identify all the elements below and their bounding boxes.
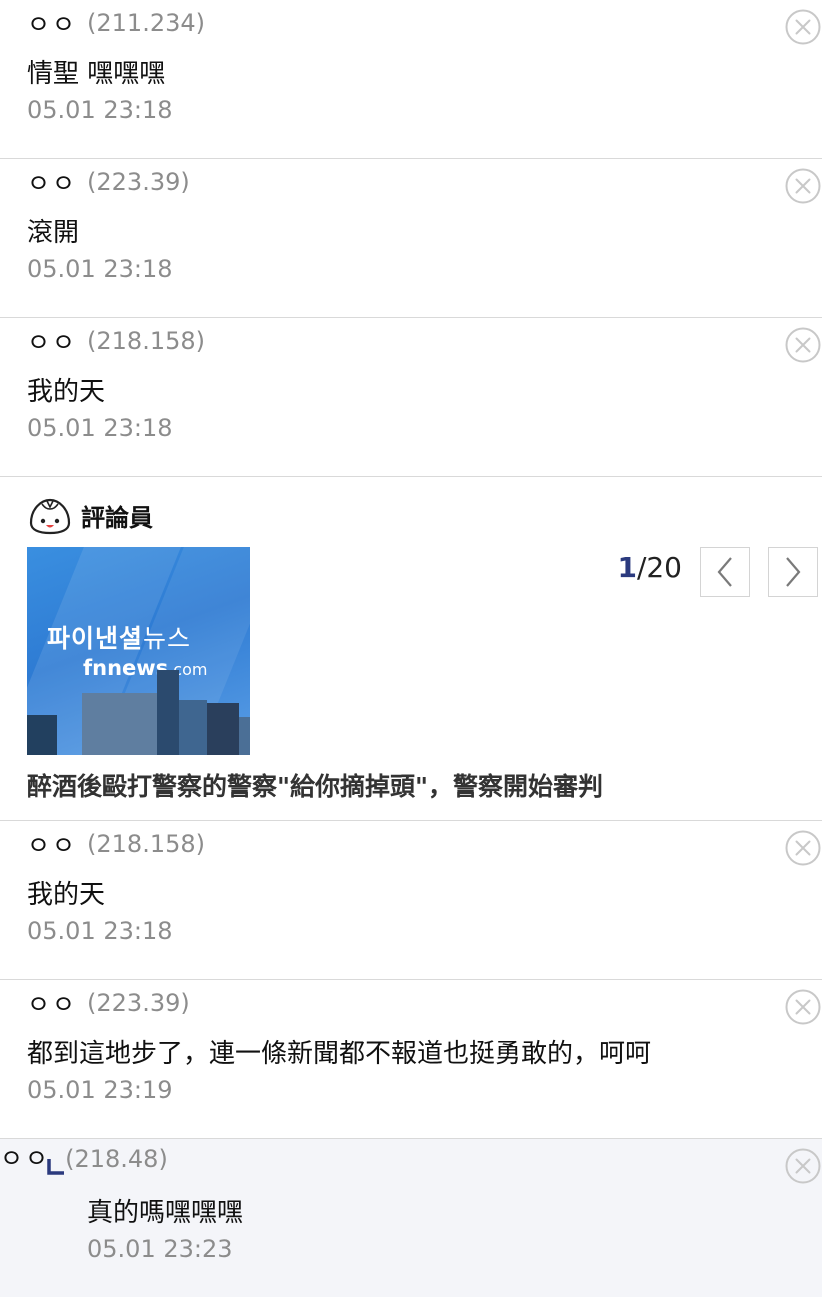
comment-ip: (223.39) xyxy=(87,989,190,1017)
comment-text: 真的嗎嘿嘿嘿 xyxy=(87,1198,244,1228)
comment-ip: (223.39) xyxy=(87,168,190,196)
comment-nickname[interactable]: ㅇㅇ xyxy=(27,5,77,41)
close-circle-icon[interactable] xyxy=(784,1147,822,1185)
comment-text: 滾開 xyxy=(27,218,80,248)
pager-current: 1 xyxy=(617,551,637,584)
comment-text: 都到這地步了，連一條新聞都不報道也挺勇敢的，呵呵 xyxy=(27,1039,652,1069)
prev-button[interactable] xyxy=(700,547,750,597)
ad-header: 評論員 xyxy=(27,495,153,535)
thumbnail-korean-text: 파이낸셜뉴스 xyxy=(47,624,192,653)
close-circle-icon[interactable] xyxy=(784,326,822,364)
comment-meta: ㅇㅇ (218.48) xyxy=(0,1139,822,1175)
close-circle-icon[interactable] xyxy=(784,167,822,205)
dumpling-mascot-icon xyxy=(29,498,71,535)
comment-date: 05.01 23:18 xyxy=(27,414,173,442)
close-circle-icon[interactable] xyxy=(784,829,822,867)
news-thumbnail[interactable]: 파이낸셜뉴스 fnnews.com xyxy=(27,547,250,755)
comment-text: 我的天 xyxy=(27,377,106,407)
chevron-left-icon xyxy=(717,557,732,587)
close-circle-icon[interactable] xyxy=(784,988,822,1026)
chevron-right-icon xyxy=(786,557,801,587)
comment-ip: (218.158) xyxy=(87,830,205,858)
comment-nickname[interactable]: ㅇㅇ xyxy=(0,1144,50,1173)
comment-date: 05.01 23:18 xyxy=(27,255,173,283)
next-button[interactable] xyxy=(768,547,818,597)
comment-date: 05.01 23:23 xyxy=(87,1235,233,1263)
comment-meta: ㅇㅇ (223.39) xyxy=(27,164,190,200)
pager-count: 1/20 xyxy=(617,551,682,584)
thumbnail-url-text: fnnews.com xyxy=(83,656,208,680)
comment-ip: (218.48) xyxy=(65,1145,168,1173)
comment-text: 我的天 xyxy=(27,880,106,910)
comment-item: ㅇㅇ (223.39) 都到這地步了，連一條新聞都不報道也挺勇敢的，呵呵 05.… xyxy=(0,980,822,1139)
comment-nickname[interactable]: ㅇㅇ xyxy=(27,985,77,1021)
comment-meta: ㅇㅇ (223.39) xyxy=(27,985,190,1021)
ad-label: 評論員 xyxy=(81,503,153,532)
comment-nickname[interactable]: ㅇㅇ xyxy=(27,164,77,200)
comment-ip: (211.234) xyxy=(87,9,205,37)
reply-item: ㅇㅇ (218.48) 真的嗎嘿嘿嘿 05.01 23:23 xyxy=(0,1139,822,1297)
comment-meta: ㅇㅇ (218.158) xyxy=(27,826,205,862)
pager-total: /20 xyxy=(636,551,682,584)
comment-item: ㅇㅇ (211.234) 情聖 嘿嘿嘿 05.01 23:18 xyxy=(0,0,822,159)
close-circle-icon[interactable] xyxy=(784,8,822,46)
reply-arrow-icon xyxy=(47,1159,64,1175)
news-title-link[interactable]: 醉酒後毆打警察的警察"給你摘掉頭"，警察開始審判 xyxy=(27,767,603,803)
comment-nickname[interactable]: ㅇㅇ xyxy=(27,323,77,359)
comment-item: ㅇㅇ (218.158) 我的天 05.01 23:18 xyxy=(0,318,822,477)
comment-date: 05.01 23:18 xyxy=(27,917,173,945)
comment-nickname[interactable]: ㅇㅇ xyxy=(27,826,77,862)
comment-text: 情聖 嘿嘿嘿 xyxy=(27,59,166,89)
comment-date: 05.01 23:19 xyxy=(27,1076,173,1104)
comment-ip: (218.158) xyxy=(87,327,205,355)
comment-date: 05.01 23:18 xyxy=(27,96,173,124)
comment-item: ㅇㅇ (223.39) 滾開 05.01 23:18 xyxy=(0,159,822,318)
comment-meta: ㅇㅇ (211.234) xyxy=(27,5,205,41)
news-ad-block: 評論員 파이낸셜뉴스 fnnews.com 1/20 醉酒後毆打警察的警察"給你… xyxy=(0,477,822,821)
comment-item: ㅇㅇ (218.158) 我的天 05.01 23:18 xyxy=(0,821,822,980)
comment-meta: ㅇㅇ (218.158) xyxy=(27,323,205,359)
